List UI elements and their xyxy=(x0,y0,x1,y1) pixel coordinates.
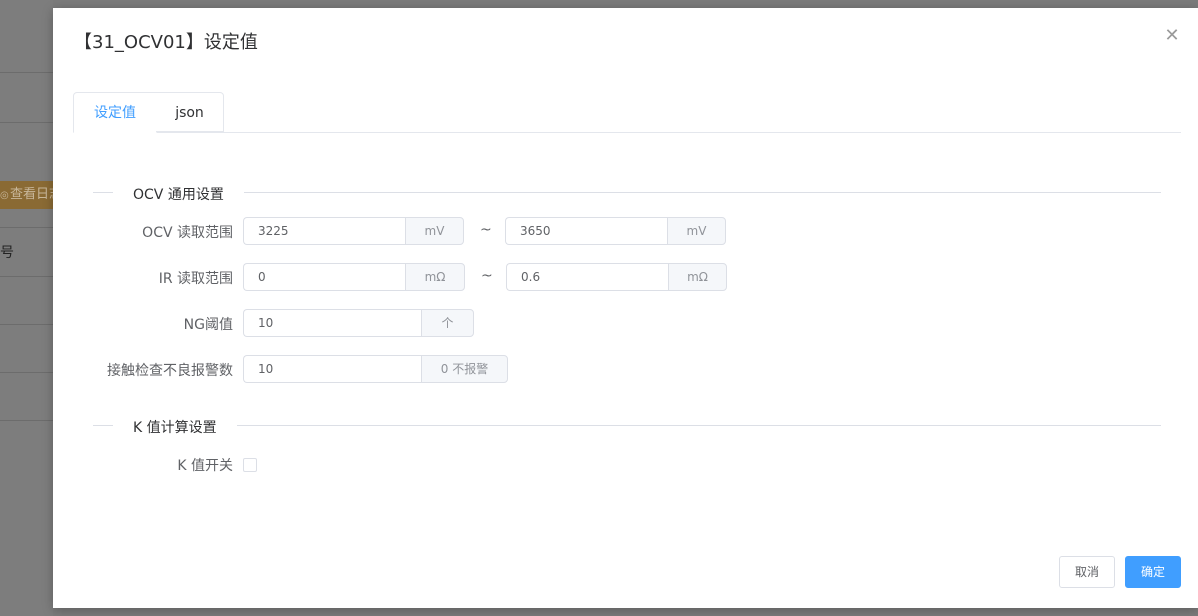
section-divider xyxy=(93,192,1161,193)
section-title-k-value: K 值计算设置 xyxy=(113,417,237,437)
range-separator: ~ xyxy=(481,268,493,284)
bg-divider xyxy=(0,72,53,73)
settings-dialog: 【31_OCV01】设定值 ✕ 设定值 json OCV 通用设置 OCV 读取… xyxy=(53,8,1198,608)
contact-check-input[interactable] xyxy=(243,355,421,383)
bg-divider xyxy=(0,227,53,228)
ocv-min-input[interactable] xyxy=(243,217,405,245)
view-log-button: ◎查看日志 xyxy=(0,181,53,209)
ir-min-unit: mΩ xyxy=(405,263,465,291)
tab-bar: 设定值 json xyxy=(73,92,1181,133)
tab-settings[interactable]: 设定值 xyxy=(73,92,157,133)
ir-range-label: IR 读取范围 xyxy=(158,271,233,287)
ocv-min-group: mV xyxy=(243,217,464,245)
range-separator: ~ xyxy=(480,222,492,238)
contact-check-label: 接触检查不良报警数 xyxy=(107,363,233,379)
ir-min-group: mΩ xyxy=(243,263,465,291)
tab-json[interactable]: json xyxy=(156,92,224,132)
cancel-button[interactable]: 取消 xyxy=(1059,556,1115,588)
close-icon[interactable]: ✕ xyxy=(1162,26,1182,46)
ocv-range-label: OCV 读取范围 xyxy=(142,225,233,241)
ocv-max-group: mV xyxy=(505,217,726,245)
ng-threshold-input[interactable] xyxy=(243,309,421,337)
bg-divider xyxy=(0,276,53,277)
ng-threshold-label: NG阈值 xyxy=(183,317,233,333)
ir-min-input[interactable] xyxy=(243,263,405,291)
bg-divider xyxy=(0,420,53,421)
eye-icon: ◎ xyxy=(0,190,9,201)
ir-max-unit: mΩ xyxy=(668,263,727,291)
background-page: ◎查看日志 号 xyxy=(0,0,53,616)
ng-threshold-unit: 个 xyxy=(421,309,474,337)
section-title-ocv: OCV 通用设置 xyxy=(113,184,244,204)
bg-divider xyxy=(0,372,53,373)
bg-column-text: 号 xyxy=(0,245,14,261)
ir-max-input[interactable] xyxy=(506,263,668,291)
ocv-min-unit: mV xyxy=(405,217,464,245)
k-switch-checkbox[interactable] xyxy=(243,458,257,472)
bg-divider xyxy=(0,122,53,123)
k-switch-label: K 值开关 xyxy=(177,458,233,474)
section-divider xyxy=(93,425,1161,426)
contact-check-group: 0 不报警 xyxy=(243,355,508,383)
confirm-button[interactable]: 确定 xyxy=(1125,556,1181,588)
ir-max-group: mΩ xyxy=(506,263,727,291)
ng-threshold-group: 个 xyxy=(243,309,474,337)
ocv-max-input[interactable] xyxy=(505,217,667,245)
dialog-title: 【31_OCV01】设定值 xyxy=(74,32,258,53)
contact-check-hint: 0 不报警 xyxy=(421,355,508,383)
ocv-max-unit: mV xyxy=(667,217,726,245)
bg-divider xyxy=(0,324,53,325)
